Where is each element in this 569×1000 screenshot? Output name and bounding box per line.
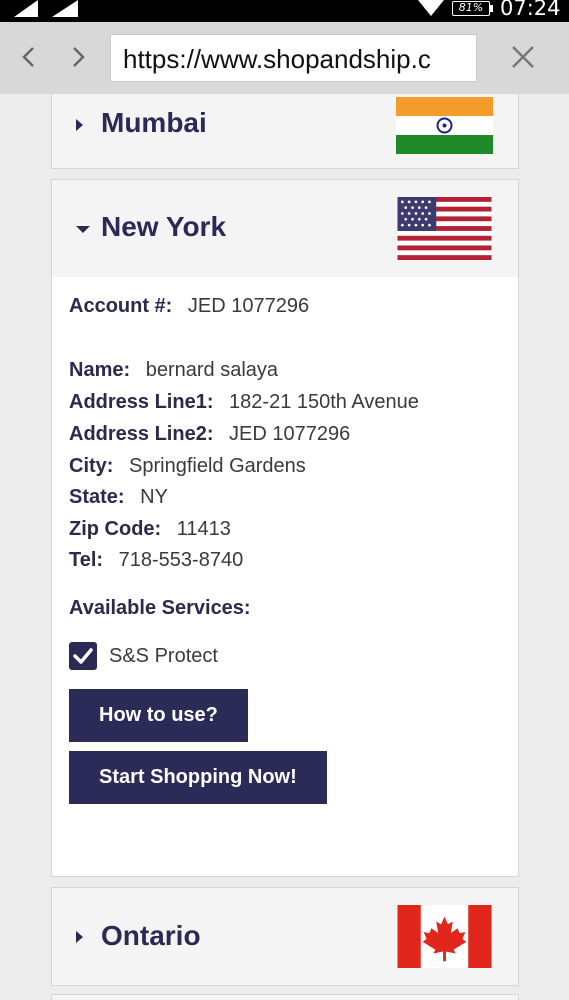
protect-checkbox[interactable] [69, 642, 97, 670]
signal-icon [14, 0, 38, 17]
status-bar: 81% 07:24 [0, 0, 569, 22]
address2-value: JED 1077296 [229, 423, 351, 445]
tel-row: Tel: 718-553-8740 [69, 549, 243, 572]
checkmark-icon [73, 648, 93, 664]
caret-right-icon [76, 119, 83, 131]
address2-label: Address Line2: [69, 423, 214, 445]
wifi-icon [418, 0, 444, 16]
account-details: Account #: JED 1077296 Name: bernard sal… [51, 277, 519, 877]
address1-value: 182-21 150th Avenue [229, 391, 419, 413]
battery-tip [490, 5, 493, 12]
page-content: Mumbai New York Account #: JED 1077296 N… [0, 94, 569, 1000]
account-value: JED 1077296 [187, 295, 310, 317]
usa-flag-icon [397, 197, 492, 260]
zip-label: Zip Code: [69, 518, 162, 540]
address1-label: Address Line1: [69, 391, 214, 413]
tel-value: 718-553-8740 [118, 549, 244, 571]
city-name-new-york: New York [101, 211, 227, 242]
panel-header-ontario[interactable]: Ontario [52, 888, 518, 985]
battery-indicator: 81% [452, 1, 490, 16]
close-icon [512, 46, 534, 68]
account-row: Account #: JED 1077296 [69, 295, 309, 318]
state-label: State: [69, 486, 125, 508]
city-name-mumbai: Mumbai [101, 107, 207, 138]
city-label: City: [69, 455, 114, 477]
warehouse-panel-ontario[interactable]: Ontario [51, 887, 519, 986]
name-row: Name: bernard salaya [69, 359, 278, 382]
account-label: Account #: [69, 295, 173, 317]
signal-2-icon [52, 0, 78, 17]
canada-flag-icon [397, 905, 492, 968]
address2-row: Address Line2: JED 1077296 [69, 423, 350, 446]
name-label: Name: [69, 359, 131, 381]
start-shopping-button[interactable]: Start Shopping Now! [69, 751, 327, 804]
address1-row: Address Line1: 182-21 150th Avenue [69, 391, 419, 414]
warehouse-panel-mumbai[interactable]: Mumbai [51, 94, 519, 169]
url-text: https://www.shopandship.c [123, 44, 431, 74]
close-button[interactable] [508, 42, 538, 72]
state-row: State: NY [69, 486, 168, 509]
clock: 07:24 [500, 0, 561, 20]
how-to-use-button[interactable]: How to use? [69, 689, 248, 742]
city-name-ontario: Ontario [101, 920, 201, 951]
india-flag-icon [396, 97, 493, 154]
city-row: City: Springfield Gardens [69, 455, 306, 478]
back-button[interactable] [14, 42, 44, 72]
tel-label: Tel: [69, 549, 104, 571]
warehouse-panel-new-york[interactable]: New York [51, 179, 519, 278]
zip-value: 11413 [176, 518, 231, 540]
panel-header-new-york[interactable]: New York [52, 180, 518, 277]
warehouse-panel-next[interactable] [51, 994, 519, 1000]
url-field[interactable]: https://www.shopandship.c [110, 34, 477, 82]
name-value: bernard salaya [145, 359, 279, 381]
caret-right-icon [76, 931, 83, 943]
city-value: Springfield Gardens [129, 455, 306, 477]
zip-row: Zip Code: 11413 [69, 518, 231, 541]
services-title: Available Services: [69, 597, 251, 619]
chevron-left-icon [22, 47, 34, 67]
browser-toolbar: https://www.shopandship.c [0, 22, 569, 94]
panel-header-mumbai[interactable]: Mumbai [52, 94, 518, 168]
forward-button[interactable] [63, 42, 93, 72]
protect-label: S&S Protect [109, 645, 218, 667]
caret-down-icon [76, 226, 90, 233]
chevron-right-icon [73, 47, 85, 67]
state-value: NY [140, 486, 168, 508]
